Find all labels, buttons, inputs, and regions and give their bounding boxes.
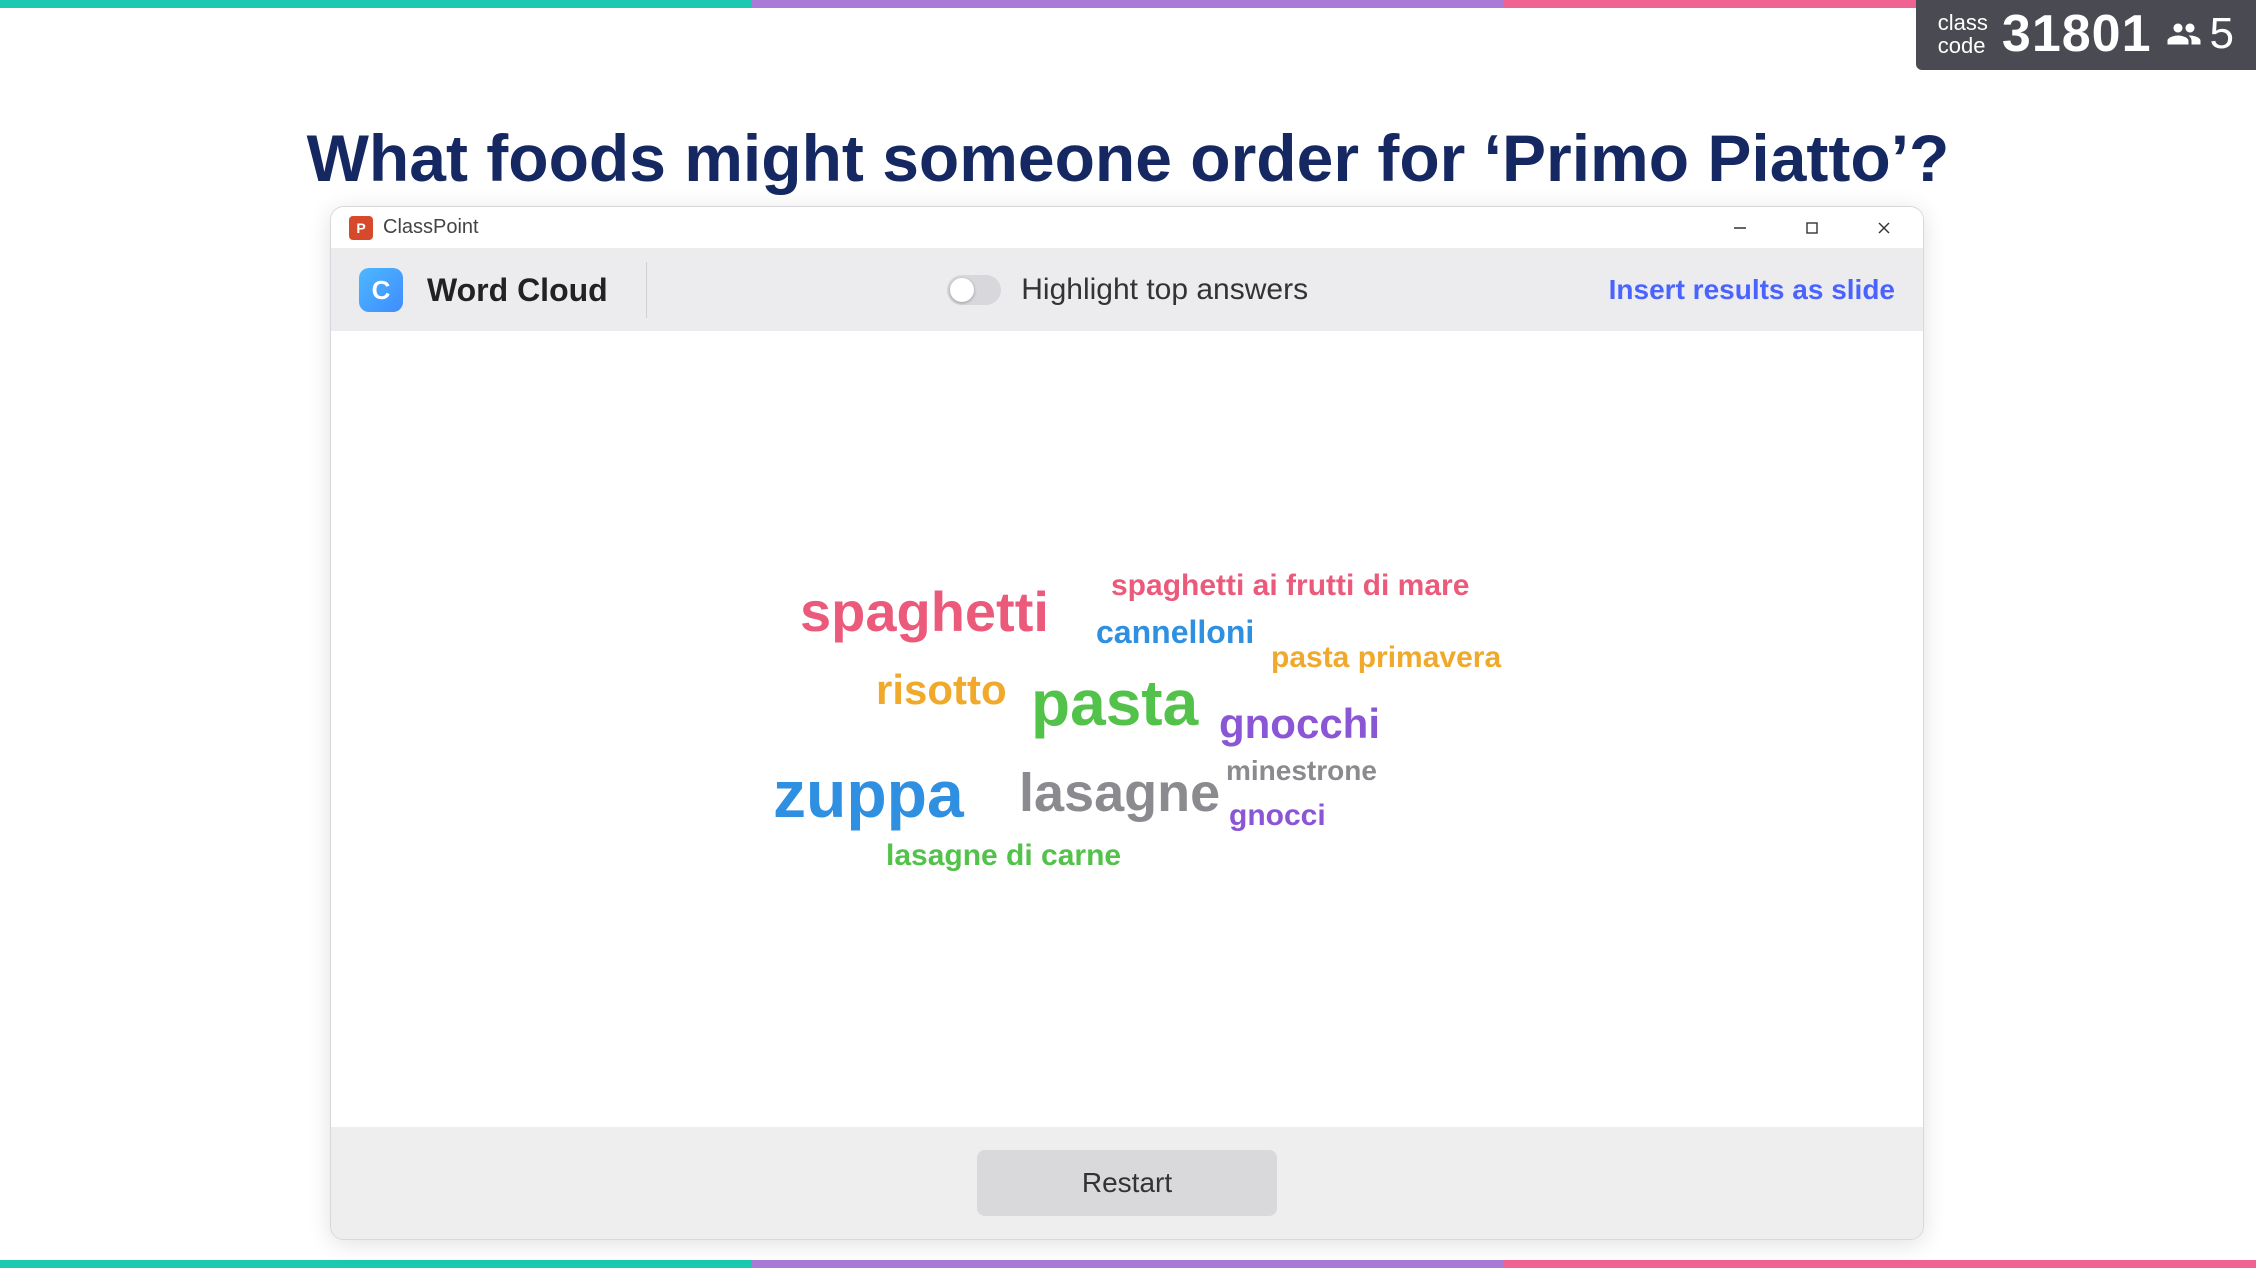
highlight-toggle[interactable] — [947, 275, 1001, 305]
participant-count-value: 5 — [2210, 9, 2234, 59]
word-spaghetti[interactable]: spaghetti — [800, 584, 1049, 640]
maximize-button[interactable] — [1781, 207, 1843, 249]
toggle-knob — [950, 278, 974, 302]
participant-count: 5 — [2166, 9, 2234, 59]
toolbar: C Word Cloud Highlight top answers Inser… — [331, 249, 1923, 331]
highlight-toggle-label: Highlight top answers — [1021, 273, 1308, 307]
mode-label: Word Cloud — [427, 272, 608, 309]
word-gnocci[interactable]: gnocci — [1229, 801, 1326, 831]
close-button[interactable] — [1853, 207, 1915, 249]
accent-seg-purple — [752, 1260, 1504, 1268]
word-risotto[interactable]: risotto — [876, 669, 1007, 711]
window-title: ClassPoint — [383, 216, 479, 239]
word-spaghetti-ai-frutti-di-mare[interactable]: spaghetti ai frutti di mare — [1111, 571, 1469, 601]
word-minestrone[interactable]: minestrone — [1226, 757, 1377, 785]
accent-seg-pink — [1504, 1260, 2256, 1268]
word-gnocchi[interactable]: gnocchi — [1219, 703, 1380, 745]
question-title: What foods might someone order for ‘Prim… — [0, 120, 2256, 196]
bottom-accent-bar — [0, 1260, 2256, 1268]
class-code-badge[interactable]: class code 31801 5 — [1916, 0, 2256, 70]
word-pasta-primavera[interactable]: pasta primavera — [1271, 643, 1501, 673]
toolbar-divider — [646, 262, 647, 318]
accent-seg-teal — [0, 0, 752, 8]
window-footer: Restart — [331, 1127, 1923, 1239]
minimize-button[interactable] — [1709, 207, 1771, 249]
word-zuppa[interactable]: zuppa — [773, 761, 964, 827]
word-cloud-area: spaghetti spaghetti ai frutti di mare cann… — [331, 331, 1923, 1127]
accent-seg-purple — [752, 0, 1504, 8]
word-lasagne[interactable]: lasagne — [1019, 766, 1220, 820]
class-code-value: 31801 — [2002, 4, 2152, 64]
word-lasagne-di-carne[interactable]: lasagne di carne — [886, 841, 1121, 871]
classpoint-window: P ClassPoint C Word Cloud Highlight top … — [330, 206, 1924, 1240]
classpoint-logo-icon: C — [359, 268, 403, 312]
window-titlebar[interactable]: P ClassPoint — [331, 207, 1923, 249]
people-icon — [2166, 16, 2202, 52]
restart-button[interactable]: Restart — [977, 1150, 1277, 1216]
accent-seg-teal — [0, 1260, 752, 1268]
powerpoint-icon: P — [349, 216, 373, 240]
word-cannelloni[interactable]: cannelloni — [1096, 616, 1254, 648]
insert-results-link[interactable]: Insert results as slide — [1609, 274, 1895, 306]
word-pasta[interactable]: pasta — [1031, 671, 1198, 735]
class-code-label: class code — [1938, 11, 1988, 57]
